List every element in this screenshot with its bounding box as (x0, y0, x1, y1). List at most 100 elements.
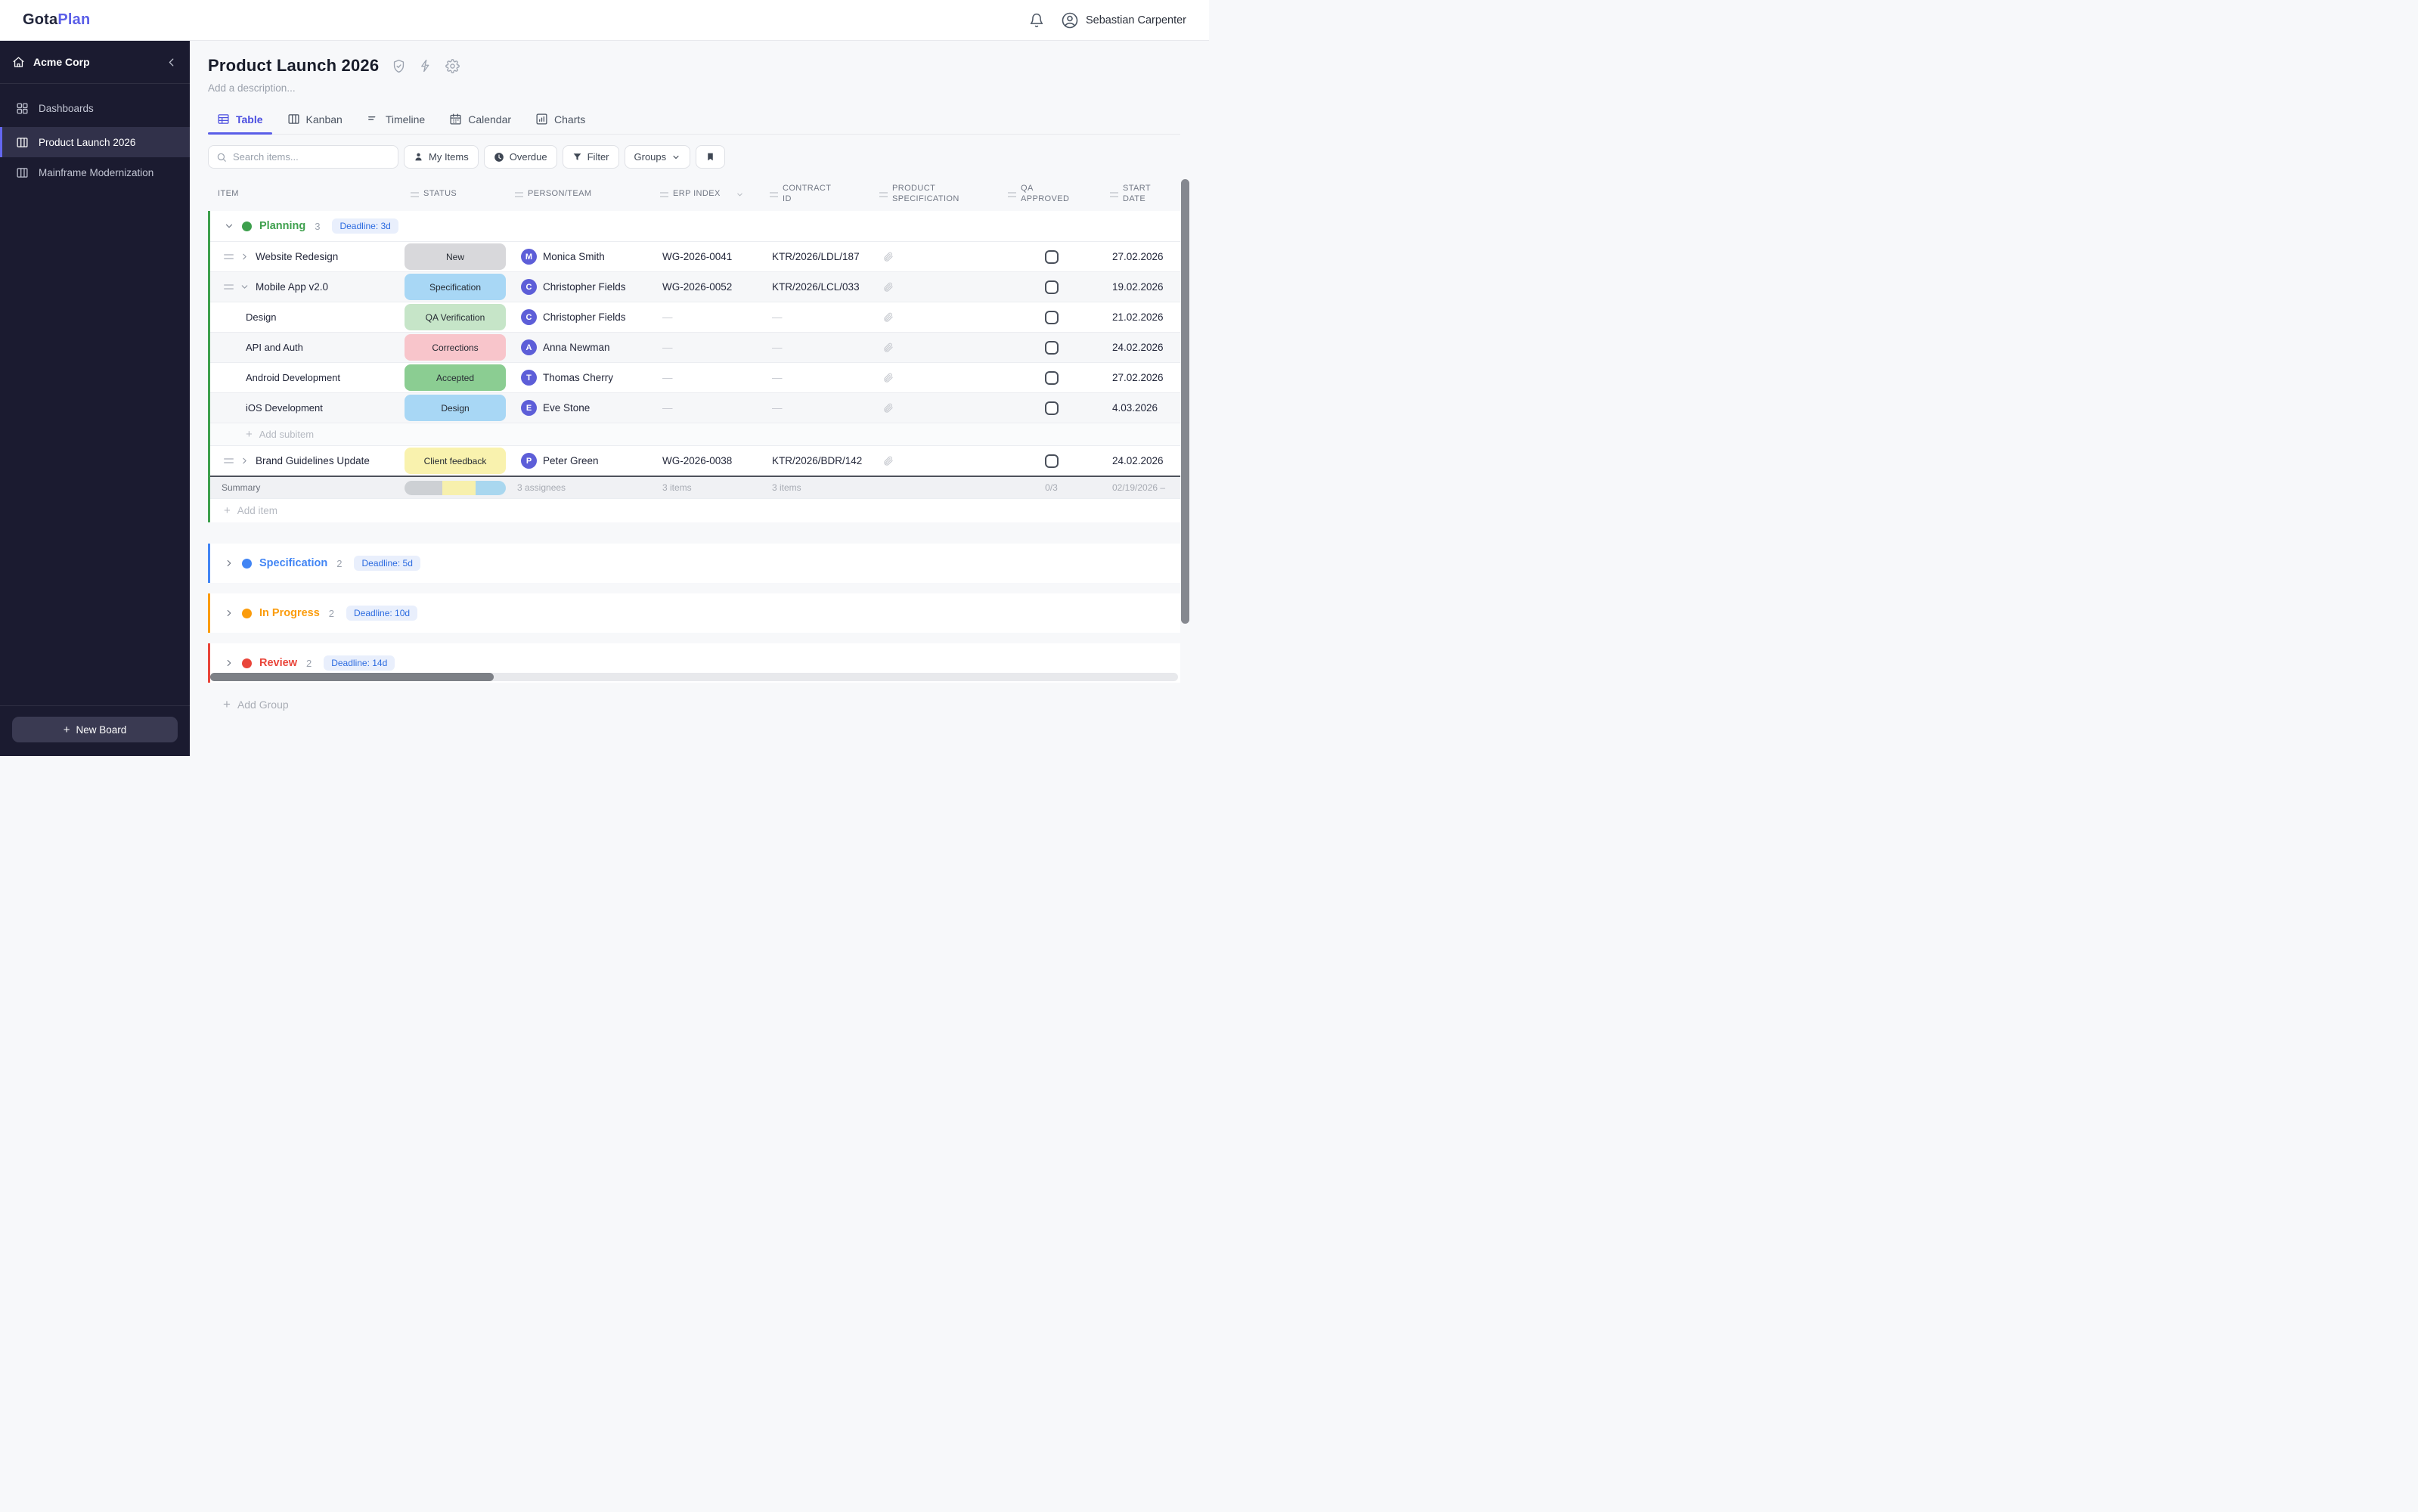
contract-id-cell[interactable]: — (762, 393, 872, 423)
group-name[interactable]: Review (259, 657, 297, 669)
item-name[interactable]: iOS Development (246, 402, 323, 414)
start-date-cell[interactable]: 27.02.2026 (1102, 242, 1180, 271)
chevron-down-icon[interactable] (736, 191, 744, 199)
contract-id-cell[interactable]: KTR/2026/BDR/142 (762, 446, 872, 476)
sidebar-item-product-launch-2026[interactable]: Product Launch 2026 (0, 127, 190, 157)
expand-row-icon[interactable] (240, 456, 250, 466)
start-date-cell[interactable]: 27.02.2026 (1102, 363, 1180, 392)
deadline-badge[interactable]: Deadline: 3d (332, 218, 398, 234)
subitem-row[interactable]: Design QA Verification C Christopher Fiel… (210, 302, 1180, 332)
tab-table[interactable]: Table (208, 107, 272, 135)
add-group-button[interactable]: + Add Group (223, 698, 1209, 711)
paperclip-icon[interactable] (882, 455, 894, 466)
new-board-button[interactable]: + New Board (12, 717, 178, 742)
erp-index-cell[interactable]: WG-2026-0052 (653, 272, 762, 302)
search-input[interactable] (233, 151, 390, 163)
person-name[interactable]: Christopher Fields (543, 281, 626, 293)
column-header-product-specification[interactable]: PRODUCT SPECIFICATION (870, 184, 998, 205)
workspace-header[interactable]: Acme Corp (0, 41, 190, 84)
horizontal-scrollbar-track[interactable] (210, 673, 1178, 681)
lightning-icon[interactable] (419, 59, 432, 73)
drag-handle-icon[interactable] (224, 458, 234, 463)
subitem-row[interactable]: iOS Development Design E Eve Stone — — 4.… (210, 392, 1180, 423)
column-header-person[interactable]: PERSON/TEAM (505, 189, 650, 200)
table-row[interactable]: Mobile App v2.0 Specification C Christoph… (210, 271, 1180, 302)
expand-group-icon[interactable] (224, 558, 234, 569)
start-date-cell[interactable]: 4.03.2026 (1102, 393, 1180, 423)
drag-handle-icon[interactable] (224, 284, 234, 290)
column-header-item[interactable]: ITEM (208, 189, 401, 200)
contract-id-cell[interactable]: KTR/2026/LCL/033 (762, 272, 872, 302)
horizontal-scrollbar-thumb[interactable] (210, 673, 494, 681)
item-name[interactable]: Android Development (246, 372, 340, 383)
item-name[interactable]: Design (246, 311, 276, 323)
group-name[interactable]: In Progress (259, 607, 320, 619)
erp-index-cell[interactable]: — (653, 333, 762, 362)
item-name[interactable]: Mobile App v2.0 (256, 281, 328, 293)
status-badge[interactable]: Specification (405, 274, 506, 300)
expand-group-icon[interactable] (224, 658, 234, 668)
overdue-button[interactable]: Overdue (483, 145, 557, 169)
paperclip-icon[interactable] (882, 402, 894, 414)
paperclip-icon[interactable] (882, 342, 894, 353)
item-name[interactable]: Brand Guidelines Update (256, 455, 370, 466)
person-name[interactable]: Anna Newman (543, 342, 610, 353)
qa-checkbox[interactable] (1044, 454, 1059, 468)
column-header-status[interactable]: STATUS (401, 189, 505, 200)
column-header-qa-approved[interactable]: QA APPROVED (998, 184, 1100, 205)
table-row[interactable]: Website Redesign New M Monica Smith WG-20… (210, 241, 1180, 271)
tab-calendar[interactable]: Calendar (440, 107, 520, 134)
sidebar-item-dashboards[interactable]: Dashboards (0, 93, 190, 123)
add-subitem-button[interactable]: + Add subitem (210, 423, 1180, 445)
tab-charts[interactable]: Charts (526, 107, 594, 134)
user-menu[interactable]: Sebastian Carpenter (1061, 11, 1186, 29)
status-badge[interactable]: Accepted (405, 364, 506, 391)
person-name[interactable]: Thomas Cherry (543, 372, 613, 383)
status-badge[interactable]: QA Verification (405, 304, 506, 330)
qa-checkbox[interactable] (1044, 249, 1059, 264)
status-badge[interactable]: New (405, 243, 506, 270)
deadline-badge[interactable]: Deadline: 5d (354, 556, 420, 571)
person-name[interactable]: Eve Stone (543, 402, 590, 414)
item-name[interactable]: API and Auth (246, 342, 303, 353)
column-header-erp[interactable]: ERP INDEX (650, 189, 760, 200)
qa-checkbox[interactable] (1044, 401, 1059, 415)
paperclip-icon[interactable] (882, 251, 894, 262)
drag-handle-icon[interactable] (224, 254, 234, 259)
erp-index-cell[interactable]: — (653, 363, 762, 392)
expand-group-icon[interactable] (224, 608, 234, 618)
start-date-cell[interactable]: 19.02.2026 (1102, 272, 1180, 302)
group-name[interactable]: Specification (259, 557, 327, 569)
paperclip-icon[interactable] (882, 281, 894, 293)
contract-id-cell[interactable]: — (762, 363, 872, 392)
contract-id-cell[interactable]: — (762, 302, 872, 332)
board-description-placeholder[interactable]: Add a description... (208, 82, 1191, 94)
person-name[interactable]: Monica Smith (543, 251, 605, 262)
status-badge[interactable]: Corrections (405, 334, 506, 361)
paperclip-icon[interactable] (882, 311, 894, 323)
erp-index-cell[interactable]: — (653, 393, 762, 423)
collapse-group-icon[interactable] (224, 221, 234, 231)
qa-checkbox[interactable] (1044, 370, 1059, 385)
deadline-badge[interactable]: Deadline: 10d (346, 606, 418, 621)
item-name[interactable]: Website Redesign (256, 251, 338, 262)
person-name[interactable]: Peter Green (543, 455, 599, 466)
tab-timeline[interactable]: Timeline (358, 107, 434, 134)
erp-index-cell[interactable]: WG-2026-0041 (653, 242, 762, 271)
start-date-cell[interactable]: 21.02.2026 (1102, 302, 1180, 332)
my-items-button[interactable]: My Items (404, 145, 479, 169)
tab-kanban[interactable]: Kanban (278, 107, 352, 134)
status-badge[interactable]: Design (405, 395, 506, 421)
search-box[interactable] (208, 145, 398, 169)
start-date-cell[interactable]: 24.02.2026 (1102, 333, 1180, 362)
qa-checkbox[interactable] (1044, 280, 1059, 294)
contract-id-cell[interactable]: — (762, 333, 872, 362)
status-badge[interactable]: Client feedback (405, 448, 506, 474)
contract-id-cell[interactable]: KTR/2026/LDL/187 (762, 242, 872, 271)
qa-checkbox[interactable] (1044, 310, 1059, 324)
collapse-sidebar-icon[interactable] (166, 57, 178, 68)
collapse-row-icon[interactable] (240, 282, 250, 292)
gear-icon[interactable] (445, 58, 460, 73)
start-date-cell[interactable]: 24.02.2026 (1102, 446, 1180, 476)
shield-check-icon[interactable] (392, 59, 406, 73)
